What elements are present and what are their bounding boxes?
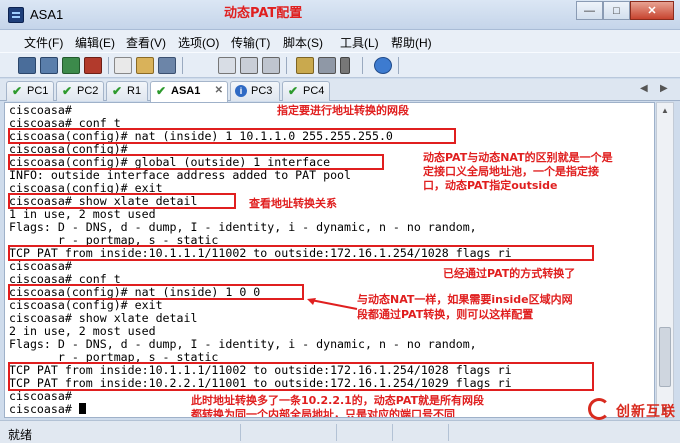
status-cell bbox=[240, 424, 336, 441]
connected-check-icon: ✔ bbox=[112, 84, 123, 98]
scrollbar-thumb[interactable] bbox=[659, 327, 671, 387]
find-icon[interactable] bbox=[158, 57, 176, 74]
session-tab-bar: ✔ PC1 ✔ PC2 ✔ R1 ✔ ASA1 ✕ i PC3 ✔ PC4 ◀ … bbox=[0, 79, 680, 102]
tab-pc2[interactable]: ✔ PC2 bbox=[56, 81, 104, 101]
highlight-global-command bbox=[8, 154, 384, 170]
session-options-icon[interactable] bbox=[296, 57, 314, 74]
terminal-prompt-line: ciscoasa# bbox=[9, 403, 86, 416]
watermark-logo: 创新互联 bbox=[588, 394, 678, 428]
close-button[interactable]: ✕ bbox=[630, 1, 674, 20]
status-cell bbox=[448, 424, 520, 441]
watermark-text: 创新互联 bbox=[616, 403, 676, 419]
tab-label: R1 bbox=[127, 85, 142, 97]
highlight-xlate-entry bbox=[8, 245, 594, 261]
menu-script[interactable]: 脚本(S) bbox=[283, 34, 323, 51]
toolbar-separator bbox=[182, 57, 183, 74]
tab-label: PC4 bbox=[303, 85, 325, 97]
connected-check-icon: ✔ bbox=[156, 84, 167, 98]
terminal-line: ciscoasa# bbox=[9, 402, 79, 416]
toolbar bbox=[0, 52, 680, 78]
menu-transfer[interactable]: 传输(T) bbox=[231, 34, 270, 51]
annotation-all-inside-1: 与动态NAT一样，如果需要inside区域内网 bbox=[357, 293, 573, 306]
connect-icon[interactable] bbox=[18, 57, 36, 74]
disconnect-icon[interactable] bbox=[84, 57, 102, 74]
connected-check-icon: ✔ bbox=[62, 84, 73, 98]
vertical-scrollbar[interactable]: ▲ ▼ bbox=[656, 102, 674, 418]
annotation-pat-vs-nat-3: 口，动态PAT指定outside bbox=[423, 179, 558, 192]
annotation-title: 动态PAT配置 bbox=[224, 6, 303, 21]
highlight-nat-any bbox=[8, 284, 304, 300]
toolbar-separator bbox=[362, 57, 363, 74]
info-icon: i bbox=[235, 85, 247, 97]
menu-edit[interactable]: 编辑(E) bbox=[75, 34, 115, 51]
menu-view[interactable]: 查看(V) bbox=[126, 34, 166, 51]
status-text: 就绪 bbox=[8, 428, 33, 442]
highlight-xlate-entries bbox=[8, 362, 594, 391]
highlight-nat-command bbox=[8, 128, 456, 144]
window-controls: — □ ✕ bbox=[576, 1, 674, 20]
copy-icon[interactable] bbox=[114, 57, 132, 74]
reconnect-icon[interactable] bbox=[62, 57, 80, 74]
tab-pc4[interactable]: ✔ PC4 bbox=[282, 81, 330, 101]
print-icon[interactable] bbox=[262, 57, 280, 74]
menu-tools[interactable]: 工具(L) bbox=[340, 34, 379, 51]
tab-r1[interactable]: ✔ R1 bbox=[106, 81, 148, 101]
minimize-button[interactable]: — bbox=[576, 1, 603, 20]
status-cell bbox=[336, 424, 392, 441]
tab-pc1[interactable]: ✔ PC1 bbox=[6, 81, 54, 101]
annotation-pat-vs-nat-2: 定接口义全局地址池，一个是指定接 bbox=[423, 165, 599, 178]
annotation-summary-2: 都转换为同一个内部全局地址，只是对应的端口号不同 bbox=[191, 408, 455, 418]
status-cell bbox=[392, 424, 448, 441]
tab-label: ASA1 bbox=[171, 85, 201, 97]
print-icon[interactable] bbox=[240, 57, 258, 74]
securecrt-app-icon bbox=[8, 7, 24, 23]
tab-label: PC3 bbox=[251, 85, 273, 97]
annotation-nat-network: 指定要进行地址转换的网段 bbox=[277, 104, 409, 117]
annotation-arrow bbox=[307, 298, 358, 310]
annotation-view-xlate: 查看地址转换关系 bbox=[249, 197, 337, 210]
quick-connect-icon[interactable] bbox=[40, 57, 58, 74]
global-options-icon[interactable] bbox=[318, 57, 336, 74]
keymap-icon[interactable] bbox=[340, 57, 350, 74]
annotation-summary-1: 此时地址转换多了一条10.2.2.1的，动态PAT就是所有网段 bbox=[191, 394, 485, 407]
paste-icon[interactable] bbox=[136, 57, 154, 74]
tab-label: PC2 bbox=[77, 85, 99, 97]
scroll-up-icon[interactable]: ▲ bbox=[661, 106, 669, 115]
menu-options[interactable]: 选项(O) bbox=[178, 34, 219, 51]
toolbar-separator bbox=[108, 57, 109, 74]
brand-logo-icon bbox=[588, 398, 610, 420]
connected-check-icon: ✔ bbox=[12, 84, 23, 98]
text-cursor bbox=[78, 403, 86, 414]
window-title: ASA1 bbox=[30, 7, 64, 22]
tab-pc3[interactable]: i PC3 bbox=[230, 81, 280, 101]
tab-scroll-right-icon[interactable]: ▶ bbox=[660, 83, 668, 94]
tab-scroll-left-icon[interactable]: ◀ bbox=[640, 83, 648, 94]
help-icon[interactable] bbox=[374, 57, 392, 74]
annotation-all-inside-2: 段都通过PAT转换，则可以这样配置 bbox=[357, 308, 534, 321]
maximize-button[interactable]: □ bbox=[603, 1, 630, 20]
highlight-show-xlate bbox=[8, 193, 236, 209]
connected-check-icon: ✔ bbox=[288, 84, 299, 98]
annotation-converted: 已经通过PAT的方式转换了 bbox=[443, 267, 576, 280]
terminal-output[interactable]: ciscoasa# ciscoasa# conf t ciscoasa(conf… bbox=[4, 102, 655, 418]
menu-bar: 文件(F) 编辑(E) 查看(V) 选项(O) 传输(T) 脚本(S) 工具(L… bbox=[0, 30, 680, 52]
status-bar: 就绪 bbox=[0, 420, 680, 443]
menu-help[interactable]: 帮助(H) bbox=[391, 34, 432, 51]
title-bar: ASA1 动态PAT配置 — □ ✕ bbox=[0, 0, 680, 30]
toolbar-separator bbox=[398, 57, 399, 74]
toolbar-separator bbox=[286, 57, 287, 74]
tab-asa1[interactable]: ✔ ASA1 ✕ bbox=[150, 81, 228, 102]
tab-close-icon[interactable]: ✕ bbox=[215, 85, 223, 96]
print-setup-icon[interactable] bbox=[218, 57, 236, 74]
annotation-pat-vs-nat-1: 动态PAT与动态NAT的区别就是一个是 bbox=[423, 151, 613, 164]
tab-label: PC1 bbox=[27, 85, 49, 97]
menu-file[interactable]: 文件(F) bbox=[24, 34, 63, 51]
